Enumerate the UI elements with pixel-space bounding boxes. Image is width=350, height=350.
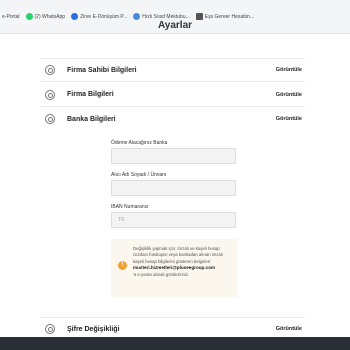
bookmark-esgerer[interactable]: Eşs Gereer Hesabin...: [195, 13, 254, 20]
section-title: Şifre Değişikliği: [67, 325, 120, 333]
recipient-name-field[interactable]: [111, 180, 236, 196]
section-firma-bilgileri[interactable]: Firma Bilgileri Görüntüle: [40, 83, 305, 107]
section-title: Firma Bilgileri: [67, 91, 114, 98]
page-icon: [195, 13, 203, 20]
bookmark-label: Hızlı Sosd Mektubu...: [142, 13, 190, 20]
bank-label: Ödeme Alacağınız Banka: [111, 140, 168, 146]
gear-icon: [45, 65, 55, 75]
bookmark-zirve[interactable]: Zirve E-Dönüşüm P...: [71, 13, 127, 20]
page-title: Ayarlar: [157, 20, 193, 31]
gear-icon: [45, 324, 55, 334]
iban-field[interactable]: TR: [111, 212, 236, 228]
section-banka-bilgileri[interactable]: Banka Bilgileri Görüntüle: [40, 107, 305, 131]
info-box: ! Değişiklik yapmak için: İmzalı ve kaşe…: [111, 239, 238, 297]
view-button[interactable]: Görüntüle: [276, 67, 302, 73]
view-button[interactable]: Görüntüle: [276, 326, 302, 332]
page-icon: [133, 13, 141, 20]
bank-field[interactable]: [111, 148, 236, 164]
bookmark-label: Eşs Gereer Hesabin...: [204, 13, 254, 20]
bookmark-label: Zirve E-Dönüşüm P...: [80, 13, 128, 20]
info-message: Değişiklik yapmak için: İmzalı ve kaşeli…: [133, 246, 224, 264]
bookmark-hizli[interactable]: Hızlı Sosd Mektubu...: [133, 13, 190, 20]
warning-icon: !: [118, 261, 127, 270]
gear-icon: [45, 89, 55, 100]
section-firma-sahibi[interactable]: Firma Sahibi Bilgileri Görüntüle: [40, 58, 305, 82]
gear-icon: [45, 114, 55, 124]
section-title: Firma Sahibi Bilgileri: [67, 66, 137, 74]
footer-band: [0, 337, 350, 350]
bookmark-label: e-Portal: [2, 13, 20, 20]
info-suffix: 'a e-posta olarak göndeririniz.: [133, 271, 190, 277]
recipient-name-label: Alıcı Adı Soyadı / Ünvanı: [111, 172, 167, 178]
zirve-icon: [71, 13, 79, 20]
view-button[interactable]: Görüntüle: [276, 92, 302, 98]
section-title: Banka Bilgileri: [67, 115, 116, 123]
bookmark-label: (2) WhatsApp: [34, 13, 66, 20]
whatsapp-icon: [25, 13, 33, 20]
info-text: Değişiklik yapmak için: İmzalı ve kaşeli…: [133, 246, 235, 278]
bookmark-whatsapp[interactable]: (2) WhatsApp: [25, 13, 66, 20]
view-button[interactable]: Görüntüle: [276, 116, 302, 122]
iban-label: IBAN Numaranız: [111, 204, 149, 210]
support-email-link[interactable]: musteri.hizmetleri@pluseegroup.com: [133, 265, 215, 270]
bookmark-eportal[interactable]: e-Portal: [2, 14, 20, 20]
